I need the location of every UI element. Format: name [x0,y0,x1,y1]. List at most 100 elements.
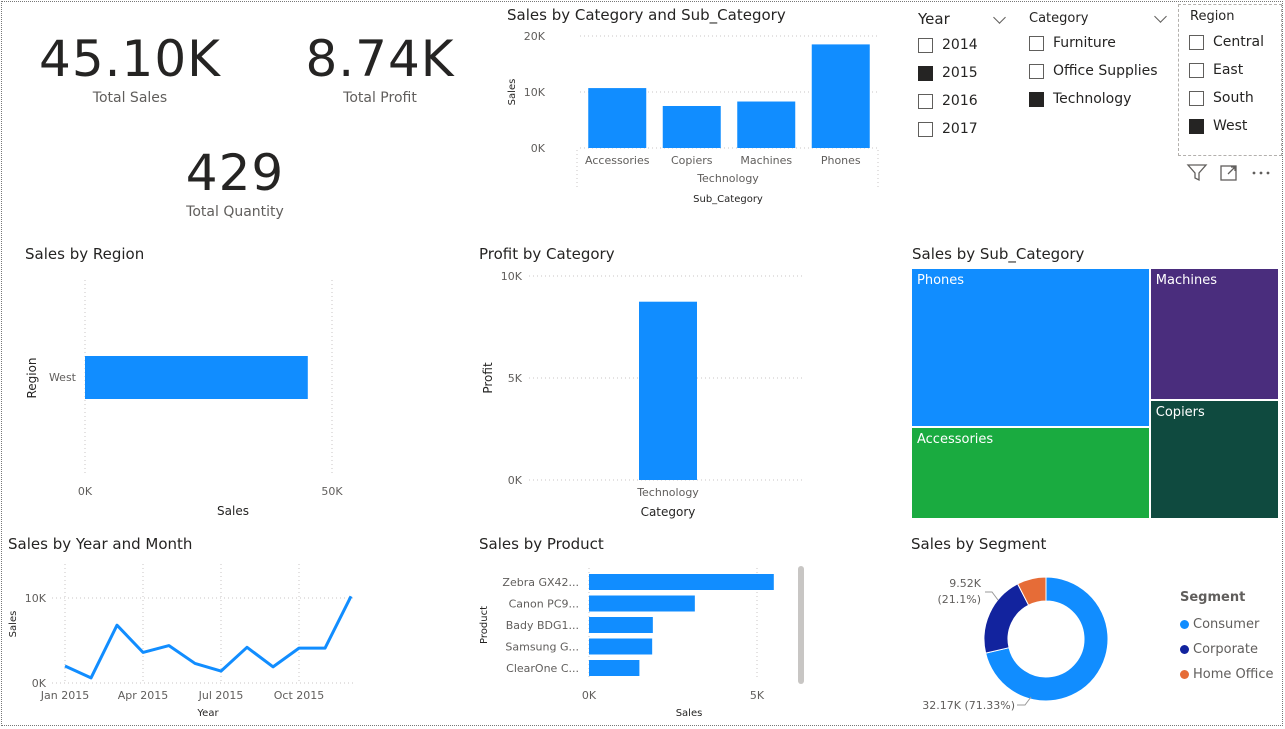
y-tick-label: 0K [531,142,546,155]
bar[interactable] [737,101,796,148]
kpi-total-profit-value: 8.74K [305,30,455,88]
checkbox[interactable] [918,37,933,53]
chart-sales-by-subcategory-treemap[interactable]: Phones Machines Accessories Copiers [911,268,1279,519]
y-tick-label: West [49,371,77,384]
bar[interactable] [811,44,870,148]
chevron-down-icon[interactable] [993,10,1006,24]
series-line[interactable] [64,595,353,680]
legend-label: Corporate [1193,642,1258,657]
checkbox[interactable] [1189,62,1204,78]
treemap-cell[interactable]: Phones [911,268,1150,428]
segment-legend-title: Segment [1180,590,1246,605]
checkbox[interactable] [1029,91,1044,107]
focus-mode-icon[interactable] [1217,163,1241,183]
slicer-region-item[interactable]: South [1189,84,1281,112]
bar[interactable] [85,356,308,399]
y-tick-label: 10K [501,270,523,283]
visual-title-product: Sales by Product [479,535,604,553]
legend-marker [1180,670,1189,679]
bar[interactable] [639,301,697,480]
treemap-label: Phones [917,273,965,288]
slicer-category-item[interactable]: Office Supplies [1029,57,1167,85]
chart-sales-by-category-subcategory[interactable]: 0K 10K 20K Sales Accessories Copiers Machines P… [500,26,900,212]
chart-sales-by-year-month[interactable]: 0K10KJan 2015 Apr 2015 Jul 2015 Oct 2015Yea… [4,556,374,722]
filter-icon[interactable] [1185,163,1209,183]
x-axis-title: Category [641,505,696,519]
legend-item[interactable]: Home Office [1180,662,1280,687]
slicer-item-label: West [1213,118,1248,134]
y-tick-label: 5K [508,372,523,385]
data-label: 32.17K (71.33%) [922,699,1015,712]
x-tick-label: Accessories [585,154,650,167]
treemap-cell[interactable]: Accessories [911,427,1150,519]
chevron-down-icon[interactable] [1154,9,1167,23]
chart-sales-by-segment[interactable]: 9.52K (21.1%) 32.17K (71.33%) [905,560,1175,722]
slicer-year[interactable]: Year 2014 2015 2016 2017 [918,8,1010,143]
slicer-category-item[interactable]: Technology [1029,85,1167,113]
kpi-total-profit-label: Total Profit [343,90,417,106]
legend-item[interactable]: Corporate [1180,637,1280,662]
slicer-year-item[interactable]: 2014 [918,31,1010,59]
slicer-region-item[interactable]: East [1189,56,1281,84]
treemap-cell[interactable]: Machines [1149,268,1279,400]
legend-item[interactable]: Consumer [1180,612,1280,637]
checkbox[interactable] [1029,35,1044,51]
slicer-category[interactable]: Category Furniture Office Supplies Technol… [1029,8,1167,113]
checkbox[interactable] [1189,90,1204,106]
label-leader-line [985,591,999,601]
slicer-year-item[interactable]: 2015 [918,59,1010,87]
chart-profit-by-category[interactable]: 0K 5K 10K Technology Category Profit [474,264,814,522]
slicer-region-item[interactable]: Central [1189,28,1281,56]
bar[interactable] [589,638,653,655]
checkbox[interactable] [918,93,933,109]
scrollbar[interactable] [798,566,804,684]
slicer-year-item[interactable]: 2016 [918,87,1010,115]
legend-label: Consumer [1193,617,1260,632]
chart-sales-by-product[interactable]: 0K 5K Zebra GX42... Canon PC9... Bady BDG1..… [474,560,814,722]
visual-title-subcategory: Sales by Sub_Category [912,245,1085,263]
bar[interactable] [589,595,695,612]
bar[interactable] [662,106,721,148]
visual-title-region: Sales by Region [25,245,145,263]
slicer-category-item[interactable]: Furniture [1029,29,1167,57]
kpi-total-quantity-card[interactable]: 429 Total Quantity [135,142,335,232]
bar[interactable] [588,88,647,148]
treemap-label: Machines [1155,273,1217,288]
slicer-year-item[interactable]: 2017 [918,115,1010,143]
y-tick-label: 20K [524,30,546,43]
segment-legend: Segment Consumer Corporate Home Office [1180,590,1280,687]
donut-slice[interactable] [983,583,1030,654]
checkbox[interactable] [918,65,933,81]
slicer-region[interactable]: Region Central East South West [1178,4,1282,156]
chart-sales-by-region[interactable]: 0K 50K West Sales Region [20,268,360,520]
treemap-label: Accessories [917,432,994,448]
slicer-region-item[interactable]: West [1189,112,1281,140]
more-options-icon[interactable] [1249,163,1273,183]
bar[interactable] [589,574,774,590]
checkbox[interactable] [1189,118,1204,134]
bar[interactable] [589,617,653,633]
x-tick-label: 0K [582,689,597,702]
x-tick-label: 0K [78,485,93,498]
kpi-total-sales-card[interactable]: 45.10K Total Sales [30,28,230,118]
bar[interactable] [589,660,640,676]
visual-toolbar [1185,163,1281,185]
visual-title-profit-category: Profit by Category [479,245,615,263]
kpi-total-sales-value: 45.10K [39,30,221,88]
checkbox[interactable] [918,121,933,137]
x-tick-label: Jan 2015 [40,689,89,702]
slicer-item-label: East [1213,62,1244,78]
x-tick-label: 50K [321,485,343,498]
treemap-cell[interactable]: Copiers [1149,399,1279,519]
kpi-total-quantity-value: 429 [185,144,285,202]
checkbox[interactable] [1029,63,1044,79]
slicer-item-label: Central [1213,34,1264,50]
y-axis-title: Sales [8,611,19,638]
y-tick-label: Canon PC9... [509,598,579,611]
x-tick-label: Technology [636,486,699,499]
visual-title-segment: Sales by Segment [911,535,1047,553]
legend-label: Home Office [1193,667,1274,682]
checkbox[interactable] [1189,34,1204,50]
y-axis-title: Product [479,606,490,644]
kpi-total-profit-card[interactable]: 8.74K Total Profit [280,28,480,118]
